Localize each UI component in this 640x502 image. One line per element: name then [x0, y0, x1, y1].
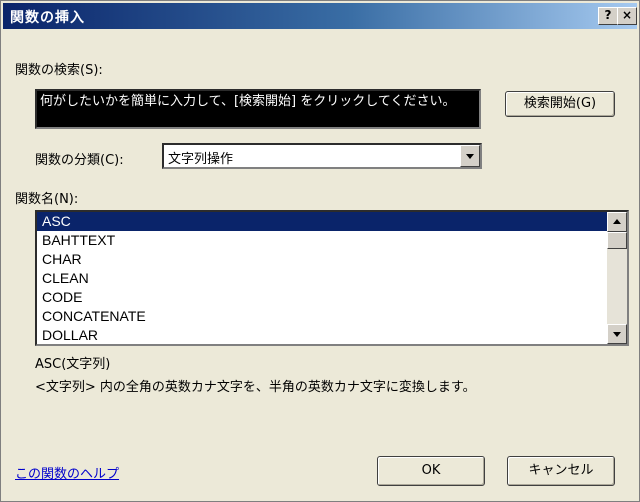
category-select[interactable]: 文字列操作 — [162, 143, 482, 169]
ok-button[interactable]: OK — [377, 456, 485, 486]
function-list-item[interactable]: CLEAN — [37, 269, 607, 288]
function-description: <文字列> 内の全角の英数カナ文字を、半角の英数カナ文字に変換します。 — [35, 380, 476, 395]
function-signature: ASC(文字列) — [35, 357, 111, 372]
function-list-item[interactable]: CONCATENATE — [37, 307, 607, 326]
insert-function-dialog: 関数の挿入 ? × 関数の検索(S): 何がしたいかを簡単に入力して、[検索開始… — [0, 0, 640, 502]
scroll-thumb[interactable] — [607, 232, 627, 249]
function-list-label: 関数名(N): — [15, 192, 79, 207]
help-button[interactable]: ? — [598, 7, 618, 25]
function-list-item[interactable]: CODE — [37, 288, 607, 307]
cancel-button[interactable]: キャンセル — [507, 456, 615, 486]
search-start-button[interactable]: 検索開始(G) — [505, 91, 615, 117]
scroll-down-arrow-icon[interactable] — [607, 324, 627, 344]
chevron-down-icon[interactable] — [460, 145, 480, 167]
dialog-title: 関数の挿入 — [10, 10, 85, 26]
function-list-item[interactable]: ASC — [37, 212, 607, 231]
scroll-up-arrow-icon[interactable] — [607, 212, 627, 232]
function-list-item[interactable]: BAHTTEXT — [37, 231, 607, 250]
function-listbox[interactable]: ASC BAHTTEXT CHAR CLEAN CODE CONCATENATE DOLLA… — [35, 210, 629, 346]
search-input[interactable]: 何がしたいかを簡単に入力して、[検索開始] をクリックしてください。 — [35, 89, 481, 129]
title-bar: 関数の挿入 ? × — [3, 3, 637, 29]
function-help-link[interactable]: この関数のヘルプ — [15, 463, 119, 482]
vertical-scrollbar[interactable] — [607, 212, 627, 344]
search-label: 関数の検索(S): — [15, 63, 103, 78]
close-button[interactable]: × — [617, 7, 637, 25]
category-label: 関数の分類(C): — [35, 153, 124, 168]
category-selected-value: 文字列操作 — [168, 152, 234, 167]
function-list-item[interactable]: CHAR — [37, 250, 607, 269]
function-list-items: ASC BAHTTEXT CHAR CLEAN CODE CONCATENATE DOLLA… — [37, 212, 607, 344]
function-list-item[interactable]: DOLLAR — [37, 326, 607, 344]
